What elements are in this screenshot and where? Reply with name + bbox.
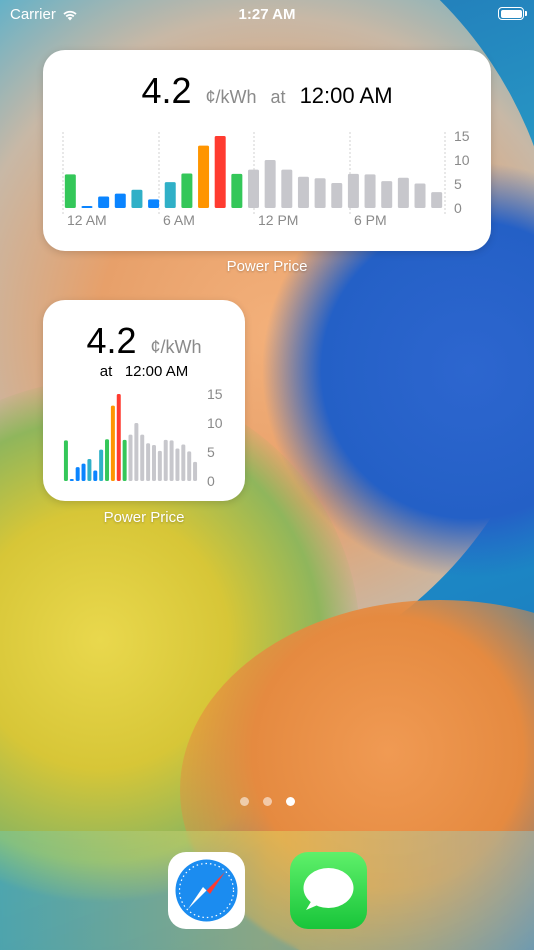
widget-label-small: Power Price <box>103 509 185 526</box>
price-bar <box>81 463 86 481</box>
price-bar <box>331 183 343 208</box>
at-label: at <box>270 87 286 107</box>
price-bar <box>148 199 160 208</box>
price-bar <box>297 176 309 208</box>
page-dot[interactable] <box>239 797 249 806</box>
price-bar <box>105 439 110 481</box>
price-time: 12:00 AM <box>299 83 393 108</box>
battery-icon <box>498 7 527 20</box>
price-bar <box>231 173 243 208</box>
y-tick-label: 5 <box>454 176 462 192</box>
y-tick-label: 0 <box>454 200 462 216</box>
price-bar <box>134 423 139 481</box>
price-bar <box>63 440 68 481</box>
price-bar <box>281 169 293 208</box>
price-bar <box>164 182 176 208</box>
price-bar <box>157 450 162 481</box>
widget-label-large: Power Price <box>226 258 308 275</box>
price-bar <box>110 405 115 481</box>
price-bar <box>151 445 156 481</box>
price-bar <box>87 458 92 481</box>
y-tick-label: 5 <box>207 444 215 460</box>
price-bar <box>93 470 98 481</box>
price-bar <box>131 189 143 208</box>
price-bar <box>69 479 74 481</box>
price-bar <box>431 192 443 208</box>
status-bar: Carrier 1:27 AM <box>0 0 534 28</box>
price-bar <box>163 439 168 481</box>
price-bar <box>146 443 151 481</box>
y-tick-label: 0 <box>207 473 215 489</box>
x-tick-label: 6 PM <box>354 212 387 228</box>
price-unit-small: ¢/kWh <box>150 337 202 357</box>
price-bar <box>116 394 121 481</box>
price-bar <box>98 196 110 208</box>
price-bar <box>198 145 210 208</box>
price-bar <box>214 136 226 208</box>
price-bar <box>81 206 93 208</box>
price-bar <box>314 178 326 208</box>
current-price-small: 4.2 <box>86 320 137 361</box>
price-bar <box>181 444 186 481</box>
messages-app[interactable] <box>290 852 367 929</box>
x-tick-label: 6 AM <box>163 212 195 228</box>
price-bar <box>128 434 133 481</box>
price-unit: ¢/kWh <box>205 87 257 107</box>
x-tick-label: 12 PM <box>258 212 298 228</box>
price-row-large: 4.2 ¢/kWh at 12:00 AM <box>43 70 491 112</box>
page-dot-active[interactable] <box>285 797 295 806</box>
price-bar <box>175 448 180 481</box>
price-bar <box>381 181 393 208</box>
y-tick-label: 15 <box>454 128 470 144</box>
at-label-small: at <box>99 363 113 380</box>
y-tick-label: 10 <box>207 415 223 431</box>
price-bar <box>414 183 426 208</box>
clock: 1:27 AM <box>238 6 296 23</box>
price-bar <box>248 169 259 208</box>
y-tick-label: 15 <box>207 386 223 402</box>
price-bar <box>169 440 174 481</box>
price-bar <box>347 173 359 208</box>
safari-icon <box>175 859 238 922</box>
x-tick-label: 12 AM <box>67 212 107 228</box>
safari-app[interactable] <box>168 852 245 929</box>
price-bar <box>397 177 409 208</box>
messages-icon <box>303 868 354 910</box>
price-bar <box>114 193 126 208</box>
price-bar <box>140 434 145 481</box>
page-dot[interactable] <box>262 797 272 806</box>
price-bar <box>187 451 192 481</box>
price-bar <box>122 439 127 481</box>
price-bar <box>193 461 198 481</box>
price-bar <box>181 173 193 208</box>
price-bar <box>264 160 276 208</box>
at-row-small: at 12:00 AM <box>43 363 245 380</box>
dock <box>0 831 534 950</box>
price-bar <box>364 174 376 208</box>
price-time-small: 12:00 AM <box>124 363 189 380</box>
y-tick-label: 10 <box>454 152 470 168</box>
current-price: 4.2 <box>141 70 192 111</box>
price-bar <box>99 449 104 481</box>
price-row-small: 4.2 ¢/kWh <box>43 320 245 362</box>
price-bar <box>75 467 80 481</box>
page-indicator[interactable] <box>0 797 534 806</box>
price-bar <box>64 174 76 208</box>
